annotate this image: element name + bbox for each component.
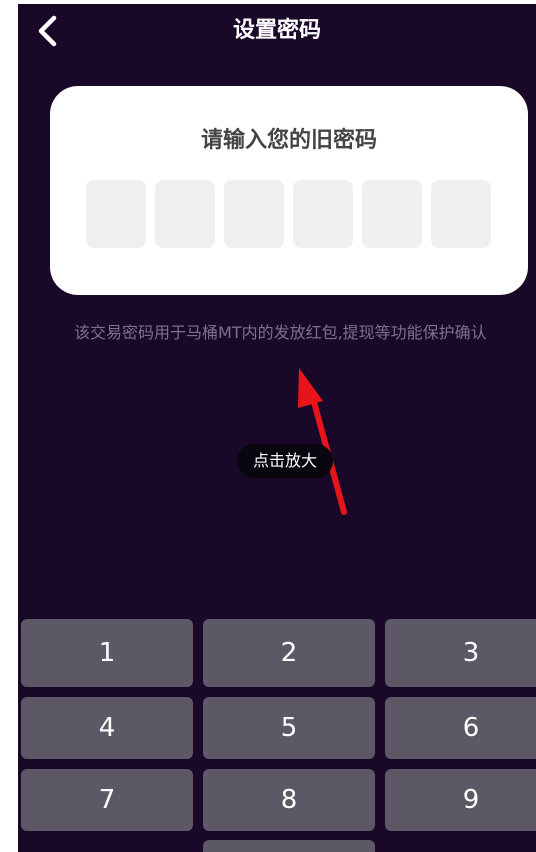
keypad-key-2[interactable]: 2 [203, 619, 375, 687]
keypad-key-5[interactable]: 5 [203, 697, 375, 759]
keypad-key-4[interactable]: 4 [21, 697, 193, 759]
app-screen: 设置密码 请输入您的旧密码 该交易密码用于马桶MT内的发放红包,提现等功能保护确… [18, 4, 536, 852]
keypad-key-8[interactable]: 8 [203, 769, 375, 831]
keypad-key-6[interactable]: 6 [385, 697, 536, 759]
keypad-key-7[interactable]: 7 [21, 769, 193, 831]
keypad-key-3[interactable]: 3 [385, 619, 536, 687]
keypad-key-1[interactable]: 1 [21, 619, 193, 687]
keypad-key-9[interactable]: 9 [385, 769, 536, 831]
zoom-button[interactable]: 点击放大 [237, 444, 333, 478]
keypad-key-0[interactable] [203, 840, 375, 852]
